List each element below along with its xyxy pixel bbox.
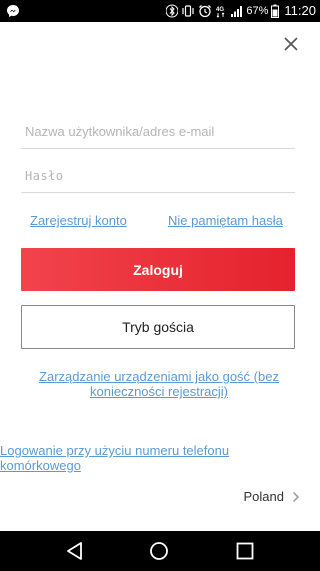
close-button[interactable]	[281, 34, 301, 54]
messenger-icon	[6, 4, 20, 18]
home-circle-icon	[150, 542, 168, 560]
back-button[interactable]	[65, 541, 85, 561]
guest-mode-button-label: Tryb gościa	[122, 319, 194, 335]
login-screen: 4G 67% 11:20 Nazwa użytkownika/adres e-m…	[0, 0, 320, 571]
username-input[interactable]	[25, 124, 291, 139]
password-field	[21, 152, 295, 193]
system-nav-bar	[0, 531, 320, 571]
back-triangle-icon	[67, 542, 82, 560]
vibrate-icon	[181, 4, 195, 18]
battery-icon	[271, 4, 280, 18]
battery-percent: 67%	[246, 5, 269, 17]
guest-device-management-link[interactable]: Zarządzanie urządzeniami jako gość (bez …	[30, 369, 288, 399]
chevron-right-icon	[292, 491, 300, 502]
svg-text:4G: 4G	[216, 7, 224, 13]
phone-login-link[interactable]: Logowanie przy użyciu numeru telefonu ko…	[0, 443, 250, 473]
network-4g-icon: 4G	[215, 4, 227, 18]
status-icons: 4G 67% 11:20	[166, 0, 316, 22]
bluetooth-icon	[166, 4, 179, 18]
status-bar: 4G 67% 11:20	[0, 0, 320, 22]
username-field	[21, 108, 295, 149]
region-selector[interactable]: Poland	[244, 489, 300, 504]
home-button[interactable]	[149, 541, 169, 561]
recent-apps-square-icon	[236, 542, 254, 560]
register-link[interactable]: Zarejestruj konto	[30, 213, 127, 228]
close-icon	[284, 37, 298, 51]
region-label: Poland	[243, 489, 284, 504]
login-button-label: Zaloguj	[133, 261, 183, 278]
password-input[interactable]	[25, 169, 291, 183]
signal-icon	[230, 4, 243, 18]
login-button[interactable]: Zaloguj	[21, 248, 295, 291]
forgot-password-link[interactable]: Nie pamiętam hasła	[168, 213, 283, 228]
guest-mode-button[interactable]: Tryb gościa	[21, 305, 295, 349]
recent-apps-button[interactable]	[235, 541, 255, 561]
clock: 11:20	[284, 3, 316, 18]
alarm-icon	[198, 4, 212, 18]
